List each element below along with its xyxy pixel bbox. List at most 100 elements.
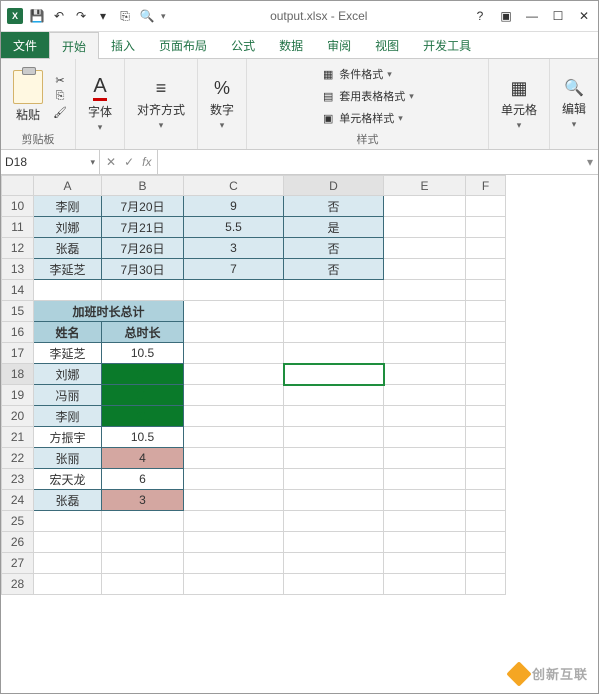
cell-F28[interactable] [466, 574, 506, 595]
row-header-24[interactable]: 24 [2, 490, 34, 511]
cell-E13[interactable] [384, 259, 466, 280]
cell-A24[interactable]: 张磊 [34, 490, 102, 511]
cell-A20[interactable]: 李刚 [34, 406, 102, 427]
cancel-icon[interactable]: ✕ [106, 155, 116, 169]
touch-icon[interactable]: ⎘ [117, 8, 133, 24]
cell-C19[interactable] [184, 385, 284, 406]
row-header-26[interactable]: 26 [2, 532, 34, 553]
row-header-19[interactable]: 19 [2, 385, 34, 406]
copy-icon[interactable]: ⎘ [53, 89, 67, 103]
worksheet-grid[interactable]: ABCDEF10李刚7月20日9否11刘娜7月21日5.5是12张磊7月26日3… [1, 175, 598, 693]
cell-C27[interactable] [184, 553, 284, 574]
cell-E14[interactable] [384, 280, 466, 301]
ribbon-options-icon[interactable]: ▣ [498, 8, 514, 24]
cell-D18[interactable] [284, 364, 384, 385]
cell-A14[interactable] [34, 280, 102, 301]
editing-button[interactable]: 🔍 编辑 ▾ [558, 76, 590, 132]
cell-E11[interactable] [384, 217, 466, 238]
cell-A18[interactable]: 刘娜 [34, 364, 102, 385]
cell-A28[interactable] [34, 574, 102, 595]
cell-D20[interactable] [284, 406, 384, 427]
cell-C14[interactable] [184, 280, 284, 301]
qat-more-icon[interactable]: ▾ [95, 8, 111, 24]
cell-D28[interactable] [284, 574, 384, 595]
cell-F11[interactable] [466, 217, 506, 238]
format-as-table-button[interactable]: ▤ 套用表格格式▾ [319, 87, 416, 105]
select-all-corner[interactable] [2, 176, 34, 196]
cell-F14[interactable] [466, 280, 506, 301]
row-header-11[interactable]: 11 [2, 217, 34, 238]
cell-E22[interactable] [384, 448, 466, 469]
cell-E25[interactable] [384, 511, 466, 532]
cell-A22[interactable]: 张丽 [34, 448, 102, 469]
cell-C20[interactable] [184, 406, 284, 427]
tab-review[interactable]: 审阅 [315, 32, 363, 58]
cell-D25[interactable] [284, 511, 384, 532]
cell-F17[interactable] [466, 343, 506, 364]
cell-C21[interactable] [184, 427, 284, 448]
cell-D14[interactable] [284, 280, 384, 301]
cell-F13[interactable] [466, 259, 506, 280]
close-icon[interactable]: ✕ [576, 8, 592, 24]
cell-B14[interactable] [102, 280, 184, 301]
col-header-E[interactable]: E [384, 176, 466, 196]
hdr-total[interactable]: 总时长 [102, 322, 184, 343]
cell-B20[interactable]: 21 [102, 406, 184, 427]
cell-E10[interactable] [384, 196, 466, 217]
row-header-18[interactable]: 18 [2, 364, 34, 385]
col-header-D[interactable]: D [284, 176, 384, 196]
redo-icon[interactable]: ↷ [73, 8, 89, 24]
cell-F21[interactable] [466, 427, 506, 448]
cell-B21[interactable]: 10.5 [102, 427, 184, 448]
maximize-icon[interactable]: ☐ [550, 8, 566, 24]
cell-C13[interactable]: 7 [184, 259, 284, 280]
row-header-28[interactable]: 28 [2, 574, 34, 595]
fx-icon[interactable]: fx [142, 155, 151, 169]
name-box[interactable]: D18 ▾ [1, 150, 100, 174]
cell-C17[interactable] [184, 343, 284, 364]
cell-E17[interactable] [384, 343, 466, 364]
tab-layout[interactable]: 页面布局 [147, 32, 219, 58]
save-icon[interactable]: 💾 [29, 8, 45, 24]
cell-F18[interactable] [466, 364, 506, 385]
cell-D11[interactable]: 是 [284, 217, 384, 238]
minimize-icon[interactable]: — [524, 8, 540, 24]
cell-D24[interactable] [284, 490, 384, 511]
cell-A11[interactable]: 刘娜 [34, 217, 102, 238]
cell-E27[interactable] [384, 553, 466, 574]
confirm-icon[interactable]: ✓ [124, 155, 134, 169]
cell-B27[interactable] [102, 553, 184, 574]
cell-F20[interactable] [466, 406, 506, 427]
cell-D10[interactable]: 否 [284, 196, 384, 217]
cell-B24[interactable]: 3 [102, 490, 184, 511]
row-header-22[interactable]: 22 [2, 448, 34, 469]
cell-B10[interactable]: 7月20日 [102, 196, 184, 217]
cell-E26[interactable] [384, 532, 466, 553]
tab-home[interactable]: 开始 [49, 32, 99, 59]
cell-B19[interactable]: 11 [102, 385, 184, 406]
cell-B18[interactable]: 11 [102, 364, 184, 385]
cell-D13[interactable]: 否 [284, 259, 384, 280]
cell-F24[interactable] [466, 490, 506, 511]
cell-C11[interactable]: 5.5 [184, 217, 284, 238]
cell-D12[interactable]: 否 [284, 238, 384, 259]
preview-icon[interactable]: 🔍 [139, 8, 155, 24]
row-header-23[interactable]: 23 [2, 469, 34, 490]
row-header-27[interactable]: 27 [2, 553, 34, 574]
row-header-14[interactable]: 14 [2, 280, 34, 301]
cell-E20[interactable] [384, 406, 466, 427]
cell-A25[interactable] [34, 511, 102, 532]
cell-A19[interactable]: 冯丽 [34, 385, 102, 406]
row-header-16[interactable]: 16 [2, 322, 34, 343]
cells-button[interactable]: ▦ 单元格 ▾ [497, 76, 541, 133]
undo-icon[interactable]: ↶ [51, 8, 67, 24]
cut-icon[interactable]: ✂ [53, 73, 67, 87]
cell-C28[interactable] [184, 574, 284, 595]
cell-F22[interactable] [466, 448, 506, 469]
tab-view[interactable]: 视图 [363, 32, 411, 58]
cell-E28[interactable] [384, 574, 466, 595]
cell-E21[interactable] [384, 427, 466, 448]
cell-C25[interactable] [184, 511, 284, 532]
cell-D22[interactable] [284, 448, 384, 469]
cell-B22[interactable]: 4 [102, 448, 184, 469]
